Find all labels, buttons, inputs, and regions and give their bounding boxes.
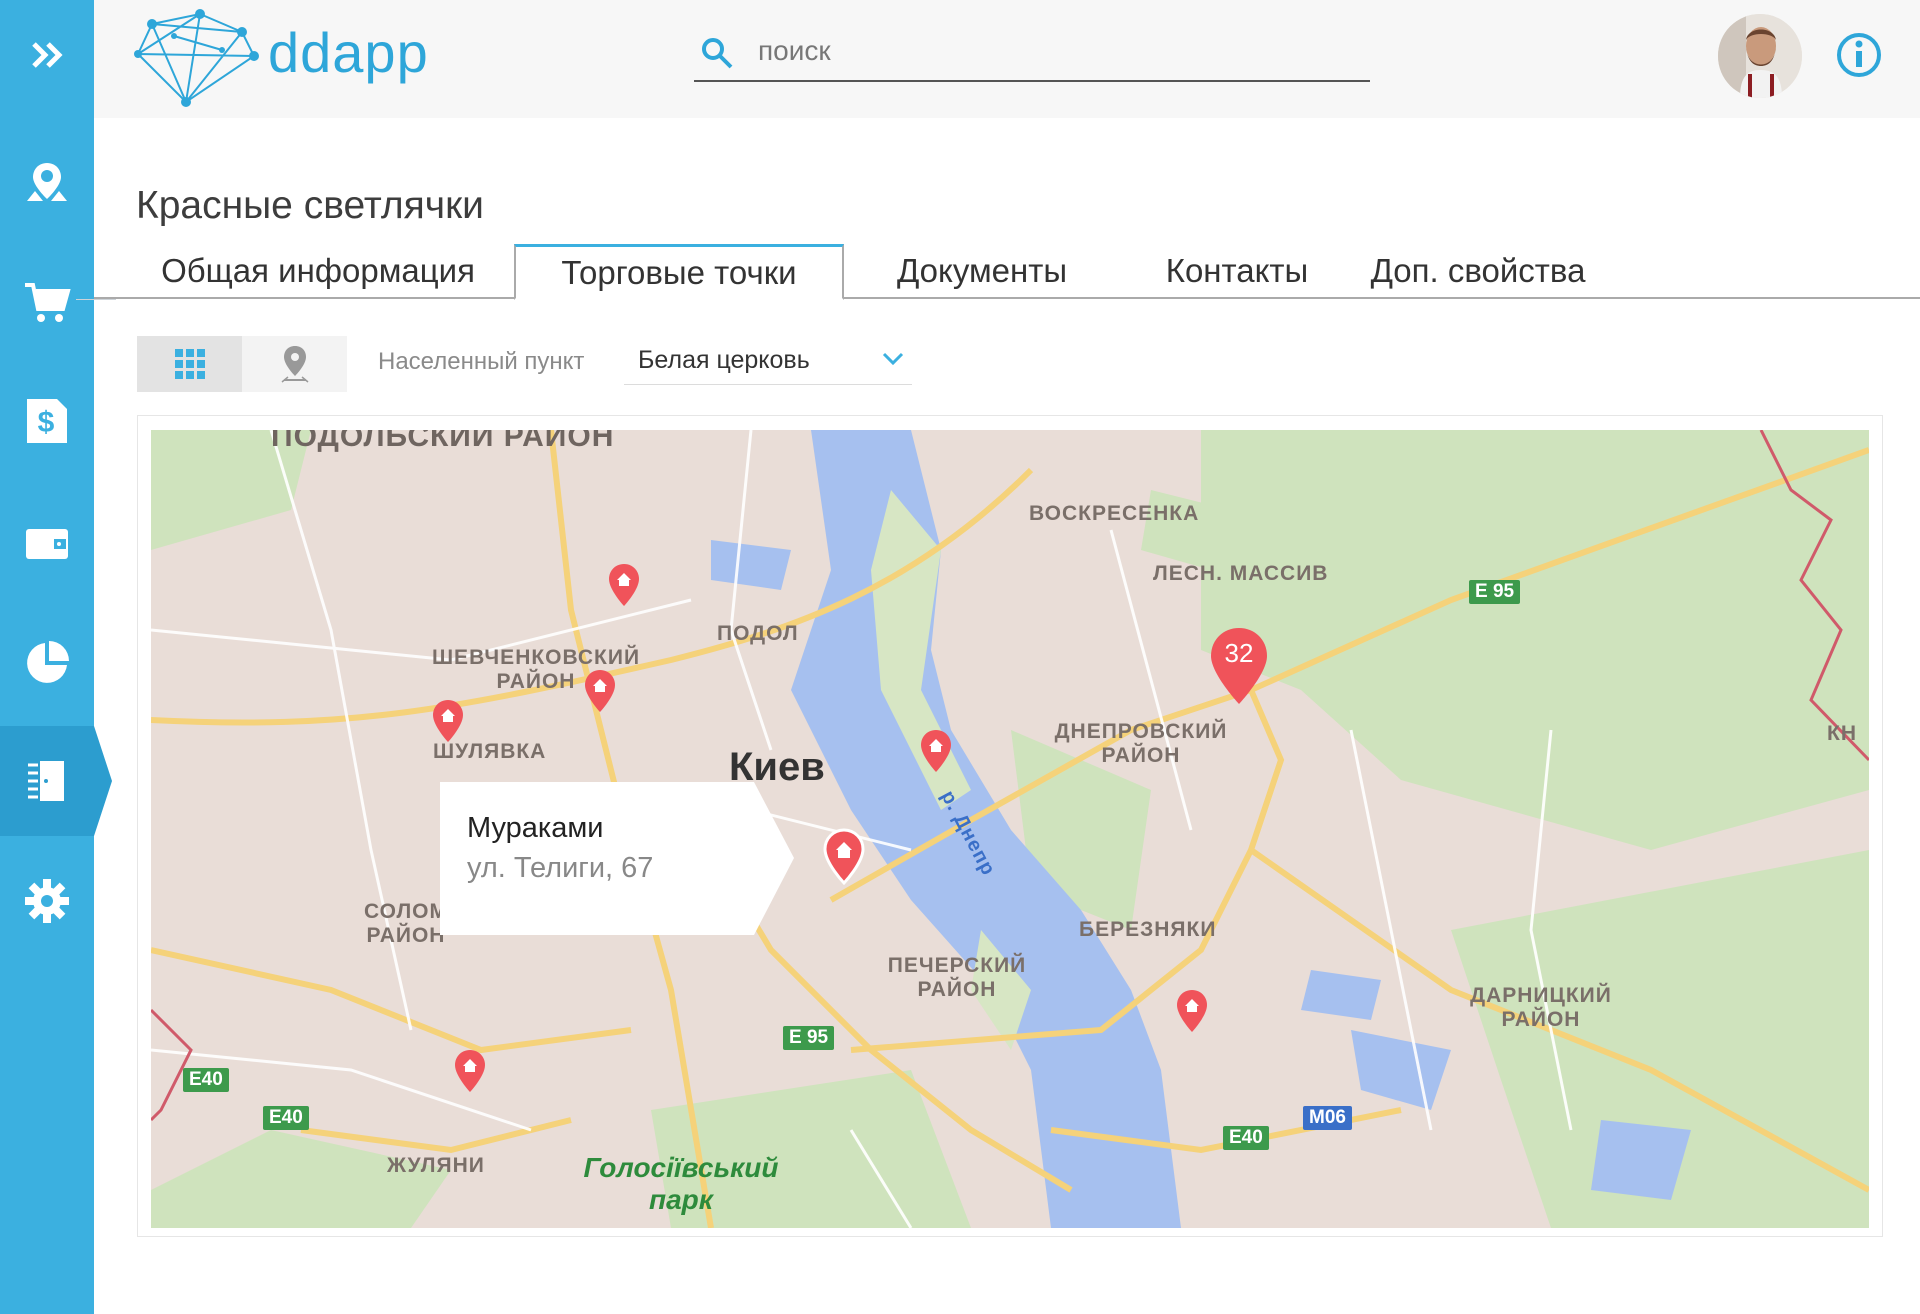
map-marker-icon bbox=[281, 346, 308, 383]
info-button[interactable] bbox=[1836, 32, 1882, 83]
tab-bar: Общая информация Торговые точки Документ… bbox=[94, 244, 1920, 300]
sidebar-expand-button[interactable] bbox=[0, 0, 94, 110]
store-marker[interactable] bbox=[607, 562, 641, 608]
road-shield: E40 bbox=[263, 1106, 309, 1130]
sidebar-item-clients[interactable] bbox=[0, 726, 112, 836]
city-label: Населенный пункт bbox=[378, 348, 585, 375]
map[interactable]: ПОДОЛЬСКИЙ РАЙОН ВОСКРЕСЕНКА ЛЕСН. МАССИ… bbox=[151, 430, 1869, 1228]
map-label-voskresenka: ВОСКРЕСЕНКА bbox=[1029, 502, 1200, 525]
map-view-button[interactable] bbox=[242, 336, 347, 392]
chevron-down-icon bbox=[882, 352, 904, 366]
logo-text: ddapp bbox=[268, 21, 429, 84]
search-bar bbox=[694, 24, 1370, 82]
pie-chart-icon bbox=[27, 641, 69, 683]
search-input[interactable] bbox=[756, 30, 1360, 72]
top-bar: ddapp bbox=[94, 0, 1920, 118]
sidebar-item-settings[interactable] bbox=[0, 846, 94, 956]
map-label-dnepr-district: ДНЕПРОВСКИЙ РАЙОН bbox=[1054, 720, 1228, 768]
map-label-podolsky: ПОДОЛЬСКИЙ РАЙОН bbox=[271, 430, 615, 453]
avatar[interactable] bbox=[1718, 14, 1802, 98]
store-marker[interactable] bbox=[431, 698, 465, 744]
store-marker[interactable] bbox=[919, 728, 953, 774]
store-marker[interactable] bbox=[583, 668, 617, 714]
city-select-value: Белая церковь bbox=[638, 346, 810, 374]
page-title: Красные светлячки bbox=[136, 184, 484, 228]
double-chevron-right-icon bbox=[32, 42, 63, 68]
tab-outlets[interactable]: Торговые точки bbox=[514, 244, 844, 300]
cart-icon bbox=[25, 283, 71, 322]
store-tooltip[interactable]: Мураками ул. Телиги, 67 bbox=[440, 782, 794, 935]
cluster-count: 32 bbox=[1224, 638, 1254, 668]
road-shield: E 95 bbox=[1469, 580, 1521, 604]
map-label-solom: СОЛОМ РАЙОН bbox=[363, 900, 449, 948]
info-icon bbox=[1837, 33, 1881, 77]
map-pin-icon bbox=[27, 163, 67, 201]
map-label-pechersk: ПЕЧЕРСКИЙ РАЙОН bbox=[887, 954, 1027, 1002]
city-select[interactable]: Белая церковь bbox=[624, 336, 912, 385]
road-shield: E40 bbox=[1223, 1126, 1269, 1150]
view-toggle bbox=[137, 336, 347, 392]
sidebar-item-map[interactable] bbox=[0, 128, 94, 238]
sidebar-item-orders[interactable] bbox=[0, 248, 94, 358]
sidebar-item-finance[interactable]: $ bbox=[0, 366, 94, 476]
store-marker[interactable] bbox=[453, 1048, 487, 1094]
road-shield: E40 bbox=[183, 1068, 229, 1092]
search-icon[interactable] bbox=[700, 36, 734, 70]
map-label-kn: Кн bbox=[1827, 722, 1857, 745]
logo[interactable]: ddapp bbox=[134, 6, 428, 110]
gear-icon bbox=[25, 879, 69, 923]
tooltip-store-address: ул. Телиги, 67 bbox=[467, 852, 654, 884]
road-shield: M06 bbox=[1303, 1106, 1352, 1130]
map-label-podol: ПОДОЛ bbox=[717, 622, 799, 645]
sidebar-item-wallet[interactable] bbox=[0, 488, 94, 598]
selected-store-marker[interactable] bbox=[822, 828, 866, 886]
user-photo bbox=[1718, 14, 1802, 98]
wallet-icon bbox=[26, 529, 68, 559]
divider bbox=[76, 299, 116, 300]
cluster-marker[interactable]: 32 bbox=[1209, 626, 1269, 706]
tooltip-store-name: Мураками bbox=[467, 812, 604, 844]
store-marker[interactable] bbox=[1175, 988, 1209, 1034]
map-label-park: Голосіївський парк bbox=[583, 1152, 779, 1216]
sidebar-item-reports[interactable] bbox=[0, 608, 94, 718]
active-indicator bbox=[94, 726, 112, 836]
road-shield: E 95 bbox=[783, 1026, 835, 1050]
dollar-document-icon: $ bbox=[27, 399, 67, 443]
map-tiles bbox=[151, 430, 1869, 1228]
map-label-zhulyany: ЖУЛЯНИ bbox=[387, 1154, 485, 1177]
grid-icon bbox=[174, 349, 205, 379]
map-label-lesn: ЛЕСН. МАССИВ bbox=[1153, 562, 1329, 585]
tab-documents[interactable]: Документы bbox=[848, 244, 1116, 298]
tab-extra-properties[interactable]: Доп. свойства bbox=[1284, 244, 1672, 298]
grid-view-button[interactable] bbox=[137, 336, 242, 392]
map-label-bereznyaki: БЕРЕЗНЯКИ bbox=[1079, 918, 1217, 941]
tab-general-info[interactable]: Общая информация bbox=[124, 244, 512, 298]
door-icon bbox=[28, 761, 64, 801]
map-label-darnitsa: ДАРНИЦКИЙ РАЙОН bbox=[1470, 984, 1612, 1032]
svg-text:$: $ bbox=[38, 406, 55, 439]
network-logo-icon bbox=[134, 9, 259, 107]
sidebar: $ bbox=[0, 0, 112, 1314]
